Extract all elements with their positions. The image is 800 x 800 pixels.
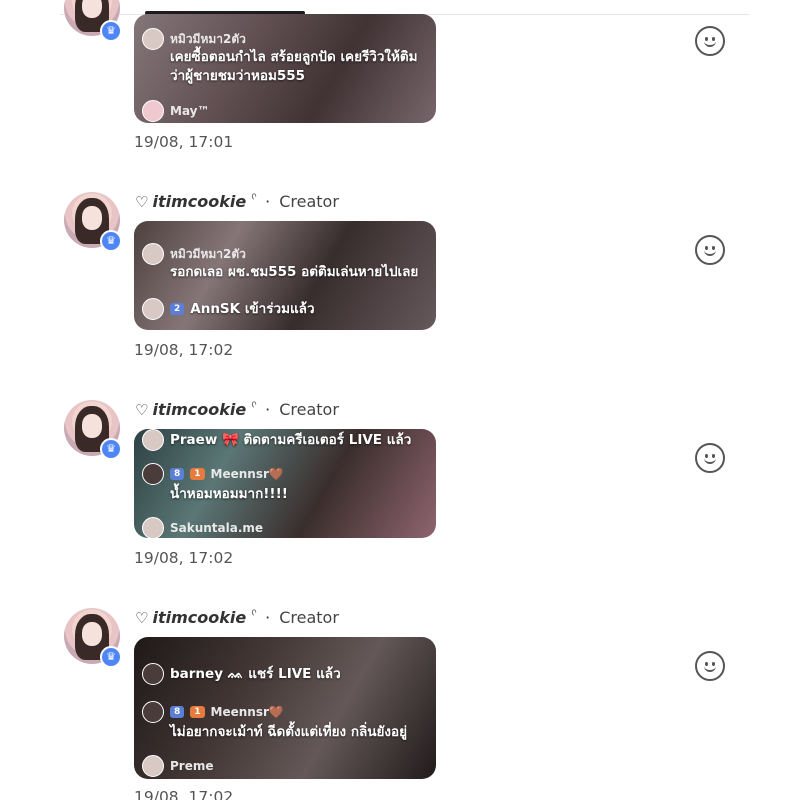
bow-icon: ᢉ [251,608,257,619]
chat-message: รอกดเลอ ผช.ชม555 อต่ติมเล่นหายไปเลย [170,264,419,280]
separator-dot: · [265,400,271,419]
viewer-avatar [142,429,164,451]
viewer-avatar [142,701,164,723]
crown-badge-icon: ♛ [100,438,122,460]
live-screenshot[interactable]: Praew 🎀 ติดตามครีเอเตอร์ LIVE แล้ว 8 1 M… [134,429,436,538]
bow-icon: ᢉ [251,192,257,203]
timestamp: 19/08, 17:02 [134,341,234,359]
viewer-avatar [142,517,164,538]
heart-outline-icon: ♡ [135,192,149,211]
timestamp: 19/08, 17:02 [134,549,234,567]
heart-outline-icon: ♡ [135,400,149,419]
bow-icon: ᢉ [251,400,257,411]
separator-dot: · [265,608,271,627]
crown-badge-icon: ♛ [100,20,122,42]
separator-dot: · [265,192,271,211]
chat-message: เคยซื้อตอนกำไล สร้อยลูกปัด เคยรีวิวให้ติ… [170,49,418,84]
viewer-avatar [142,755,164,777]
role-label: Creator [279,608,339,627]
smiley-react-icon[interactable] [695,235,725,265]
timestamp: 19/08, 17:02 [134,788,234,800]
viewer-name: May™ [170,104,210,118]
username[interactable]: itimcookie [152,192,246,211]
viewer-name: Sakuntala.me [170,521,264,535]
level-badge: 8 [170,706,185,718]
timestamp: 19/08, 17:01 [134,133,234,151]
username[interactable]: itimcookie [152,608,246,627]
live-screenshot[interactable]: หมิวมีหมา2ตัว รอกดเลอ ผช.ชม555 อต่ติมเล่… [134,221,436,330]
role-label: Creator [279,192,339,211]
viewer-name: Meennsr🤎 [210,705,284,719]
viewer-name: barney ᨐ แชร์ LIVE แล้ว [170,665,341,682]
live-screenshot[interactable]: barney ᨐ แชร์ LIVE แล้ว 8 1 Meennsr🤎 ไม่… [134,637,436,779]
chat-message: น้ำหอมหอมมาก!!!! [170,486,288,502]
viewer-name: AnnSK เข้าร่วมแล้ว [190,300,315,317]
crown-badge-icon: ♛ [100,646,122,668]
viewer-avatar [142,463,164,485]
comment-header: ♡ itimcookie ᢉ · Creator [135,608,339,627]
viewer-name: Preme [170,759,214,773]
level-badge: 8 [170,468,185,480]
live-screenshot[interactable]: หมิวมีหมา2ตัว เคยซื้อตอนกำไล สร้อยลูกปัด… [134,14,436,123]
smiley-react-icon[interactable] [695,26,725,56]
viewer-avatar [142,243,164,265]
comment-header: ♡ itimcookie ᢉ · Creator [135,400,339,419]
chat-message: ไม่อยากจะเม้าท์ ฉีดตั้งแต่เที่ยง กลิ่นยั… [170,724,408,740]
crown-badge-icon: ♛ [100,230,122,252]
fan-badge: 1 [190,468,205,480]
viewer-avatar [142,298,164,320]
level-badge: 2 [170,303,185,315]
smiley-react-icon[interactable] [695,443,725,473]
viewer-name: หมิวมีหมา2ตัว [170,31,246,46]
viewer-name: Praew 🎀 ติดตามครีเอเตอร์ LIVE แล้ว [170,431,412,448]
viewer-avatar [142,100,164,122]
comment-header: ♡ itimcookie ᢉ · Creator [135,192,339,211]
username[interactable]: itimcookie [152,400,246,419]
smiley-react-icon[interactable] [695,651,725,681]
role-label: Creator [279,400,339,419]
fan-badge: 1 [190,706,205,718]
viewer-avatar [142,28,164,50]
heart-outline-icon: ♡ [135,608,149,627]
viewer-avatar [142,663,164,685]
viewer-name: Meennsr🤎 [210,467,284,481]
viewer-name: หมิวมีหมา2ตัว [170,246,246,261]
